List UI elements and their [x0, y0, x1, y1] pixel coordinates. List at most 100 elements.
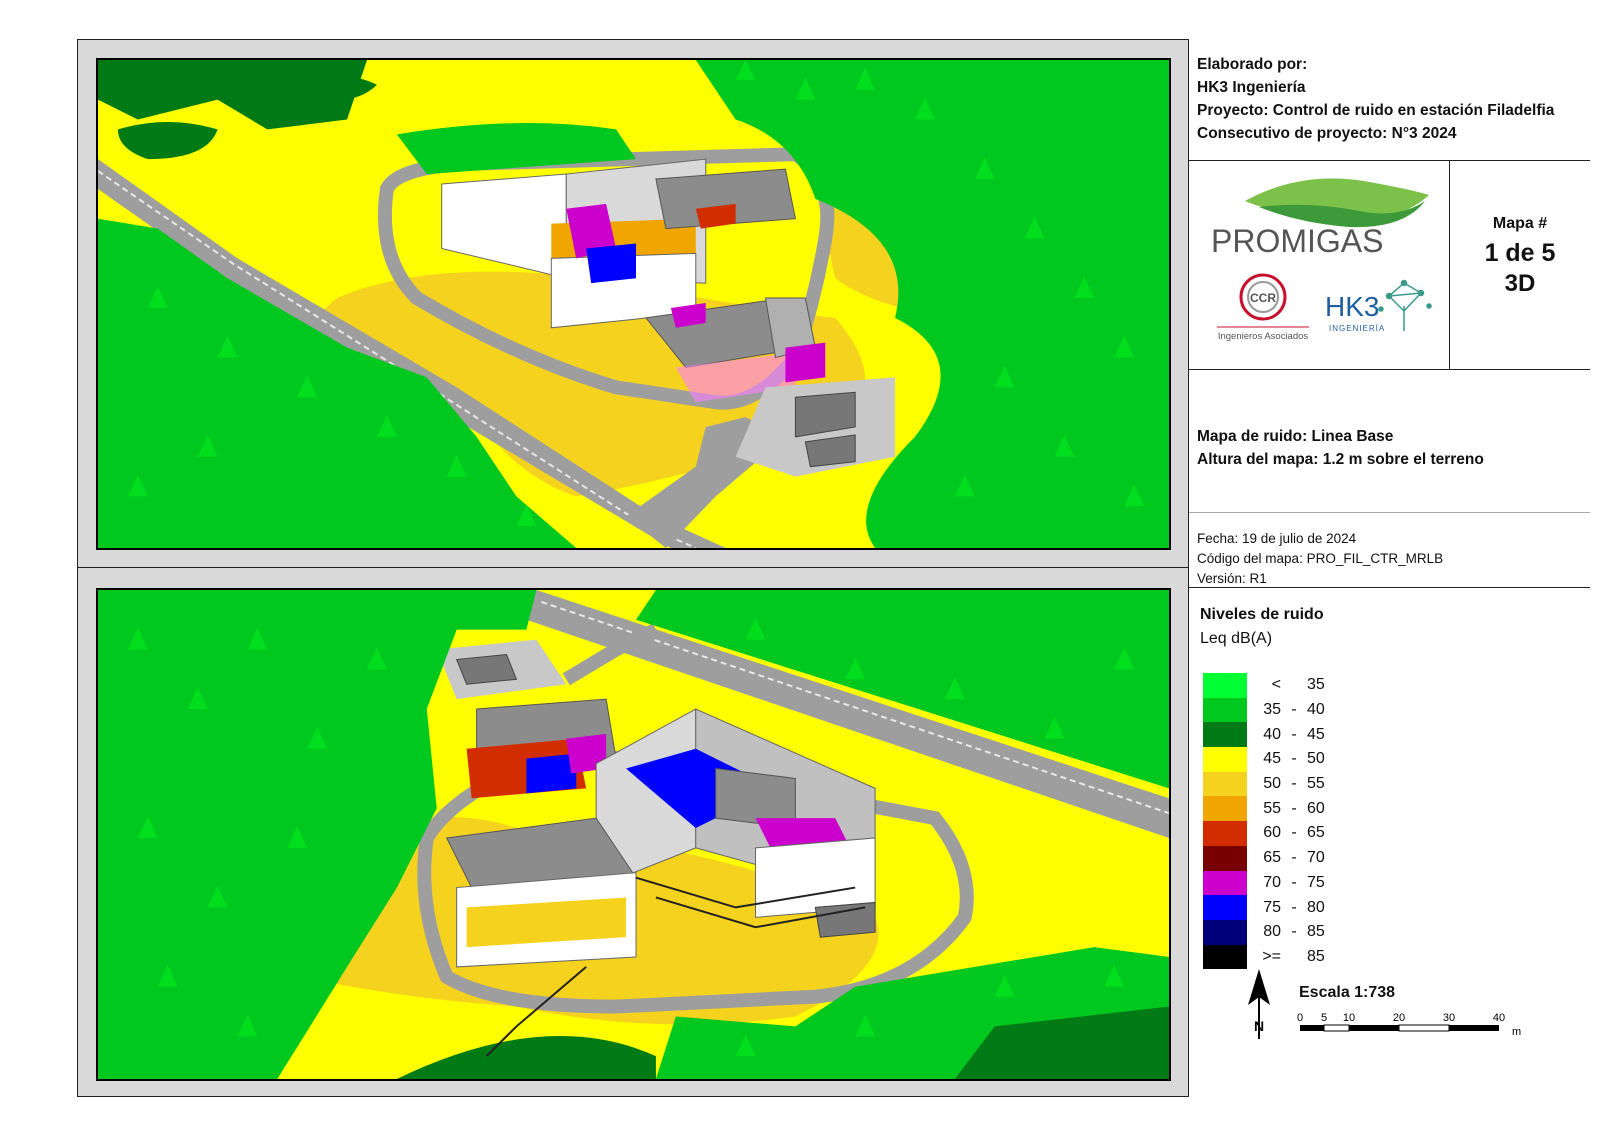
- divider: [1189, 369, 1590, 370]
- scale-unit: m: [1512, 1026, 1521, 1038]
- hk3-logo: HK3: [1325, 291, 1379, 322]
- legend-item: >= 85: [1203, 944, 1375, 970]
- legend-range-lo: 55: [1263, 799, 1281, 817]
- scale-tick-label: 0: [1297, 1012, 1303, 1024]
- ccr-logo: CCR: [1250, 291, 1276, 305]
- scale-bar: 0 5 10 20 30 40 m: [1294, 1009, 1534, 1054]
- scale-tick-label: 30: [1443, 1012, 1455, 1024]
- legend-item: <35: [1203, 673, 1375, 698]
- legend-range-hi: 65: [1307, 824, 1325, 842]
- legend-range: 35-40: [1247, 701, 1375, 719]
- legend-range-lo: 80: [1263, 923, 1281, 941]
- legend-range-hi: 60: [1307, 799, 1325, 817]
- legend-item: 50-55: [1203, 771, 1375, 797]
- legend-swatch: [1203, 845, 1247, 871]
- legend-range-dash: [1281, 676, 1307, 694]
- legend-swatch: [1203, 673, 1247, 698]
- legend-range: 55-60: [1247, 800, 1375, 818]
- legend-range: 60-65: [1247, 824, 1375, 842]
- map-type: 3D: [1504, 270, 1536, 297]
- legend-range-hi: 55: [1307, 775, 1325, 793]
- legend-item: 60-65: [1203, 821, 1375, 846]
- map-height: Altura del mapa: 1.2 m sobre el terreno: [1197, 451, 1484, 468]
- legend-range-dash: -: [1291, 750, 1297, 768]
- legend-range-lo: 65: [1263, 849, 1281, 867]
- legend-swatch: [1203, 919, 1247, 945]
- logos-block: PROMIGAS CCR Ingenieros Asociados HK3 IN…: [1189, 161, 1449, 369]
- legend-swatch: [1203, 747, 1247, 772]
- north-arrow-icon: N: [1248, 969, 1270, 1039]
- legend-range-hi: 50: [1307, 750, 1325, 768]
- legend-item: 40-45: [1203, 722, 1375, 748]
- legend-range-hi: 40: [1307, 701, 1325, 719]
- legend-range-lo: 50: [1263, 775, 1281, 793]
- legend-range-dash: [1281, 948, 1307, 966]
- legend-swatch: [1203, 870, 1247, 896]
- legend-range-dash: -: [1291, 898, 1297, 916]
- legend-range: >= 85: [1247, 948, 1375, 966]
- legend-range-dash: -: [1291, 849, 1297, 867]
- legend-range-lo: 75: [1263, 898, 1281, 916]
- north-arrow: N: [1244, 969, 1274, 1044]
- info-panel: Elaborado por: HK3 Ingeniería Proyecto: …: [1188, 39, 1590, 1097]
- legend-range-lo: 60: [1263, 824, 1281, 842]
- legend-swatch: [1203, 895, 1247, 920]
- map-number-block: Mapa # 1 de 5 3D: [1449, 161, 1591, 369]
- legend-swatch: [1203, 796, 1247, 822]
- legend-swatch: [1203, 722, 1247, 748]
- legend-range-lo: 70: [1263, 873, 1281, 891]
- legend-range-lo: 45: [1263, 750, 1281, 768]
- legend-range: 40-45: [1247, 726, 1375, 744]
- legend-range-lo: 35: [1263, 701, 1281, 719]
- legend-range: 70-75: [1247, 874, 1375, 892]
- map-number-value: 1 de 5: [1484, 239, 1556, 267]
- legend-range-lo: >=: [1262, 947, 1281, 965]
- legend-range: 75-80: [1247, 899, 1375, 917]
- scale-tick-label: 10: [1343, 1012, 1355, 1024]
- map-date: Fecha: 19 de julio de 2024: [1197, 531, 1357, 546]
- legend-item: 75-80: [1203, 895, 1375, 920]
- legend-range-lo: 40: [1263, 725, 1281, 743]
- north-label: N: [1254, 1018, 1264, 1034]
- legend-item: 45-50: [1203, 747, 1375, 772]
- legend-swatch: [1203, 944, 1247, 970]
- map-metadata: Fecha: 19 de julio de 2024 Código del ma…: [1197, 529, 1443, 589]
- legend-range-dash: -: [1291, 775, 1297, 793]
- map-view-bottom: [96, 588, 1171, 1081]
- legend-item: 80-85: [1203, 919, 1375, 945]
- legend-range-hi: 85: [1307, 947, 1325, 965]
- map-divider: [77, 567, 1188, 568]
- legend-item: 65-70: [1203, 845, 1375, 871]
- legend-unit: Leq dB(A): [1200, 630, 1273, 647]
- hk3-subtitle: INGENIERÍA: [1329, 324, 1385, 333]
- map-version: Versión: R1: [1197, 571, 1267, 586]
- legend-range: 80-85: [1247, 923, 1375, 941]
- legend-swatch: [1203, 821, 1247, 846]
- legend-range-hi: 45: [1307, 725, 1325, 743]
- legend-range: 65-70: [1247, 849, 1375, 867]
- legend-range-lo: <: [1271, 676, 1281, 694]
- legend-range-dash: -: [1291, 799, 1297, 817]
- map-name: Mapa de ruido: Linea Base: [1197, 428, 1394, 445]
- project-number: Consecutivo de proyecto: N°3 2024: [1197, 125, 1457, 142]
- legend-item: 55-60: [1203, 796, 1375, 822]
- legend-range-hi: 75: [1307, 873, 1325, 891]
- ccr-subtitle: Ingenieros Asociados: [1218, 331, 1309, 342]
- legend-range-dash: -: [1291, 701, 1297, 719]
- map-code: Código del mapa: PRO_FIL_CTR_MRLB: [1197, 551, 1444, 566]
- scale-tick-label: 5: [1321, 1012, 1327, 1024]
- scale-tick-label: 20: [1393, 1012, 1405, 1024]
- legend-range-dash: -: [1291, 873, 1297, 891]
- legend-title: Niveles de ruido: [1200, 606, 1324, 623]
- legend-range-dash: -: [1291, 923, 1297, 941]
- legend: <35 35-40 40-45 45-50 50-55 55-60 60-65 65-70 70…: [1203, 673, 1375, 970]
- scale-title: Escala 1:738: [1299, 984, 1396, 1001]
- company-name: HK3 Ingeniería: [1197, 79, 1306, 96]
- legend-swatch: [1203, 771, 1247, 797]
- legend-range-hi: 85: [1307, 923, 1325, 941]
- legend-item: 35-40: [1203, 697, 1375, 723]
- map-view-top: [96, 58, 1171, 550]
- hk3-tree-icon: [1378, 279, 1432, 331]
- legend-swatch: [1203, 697, 1247, 723]
- legend-range-hi: 70: [1307, 849, 1325, 867]
